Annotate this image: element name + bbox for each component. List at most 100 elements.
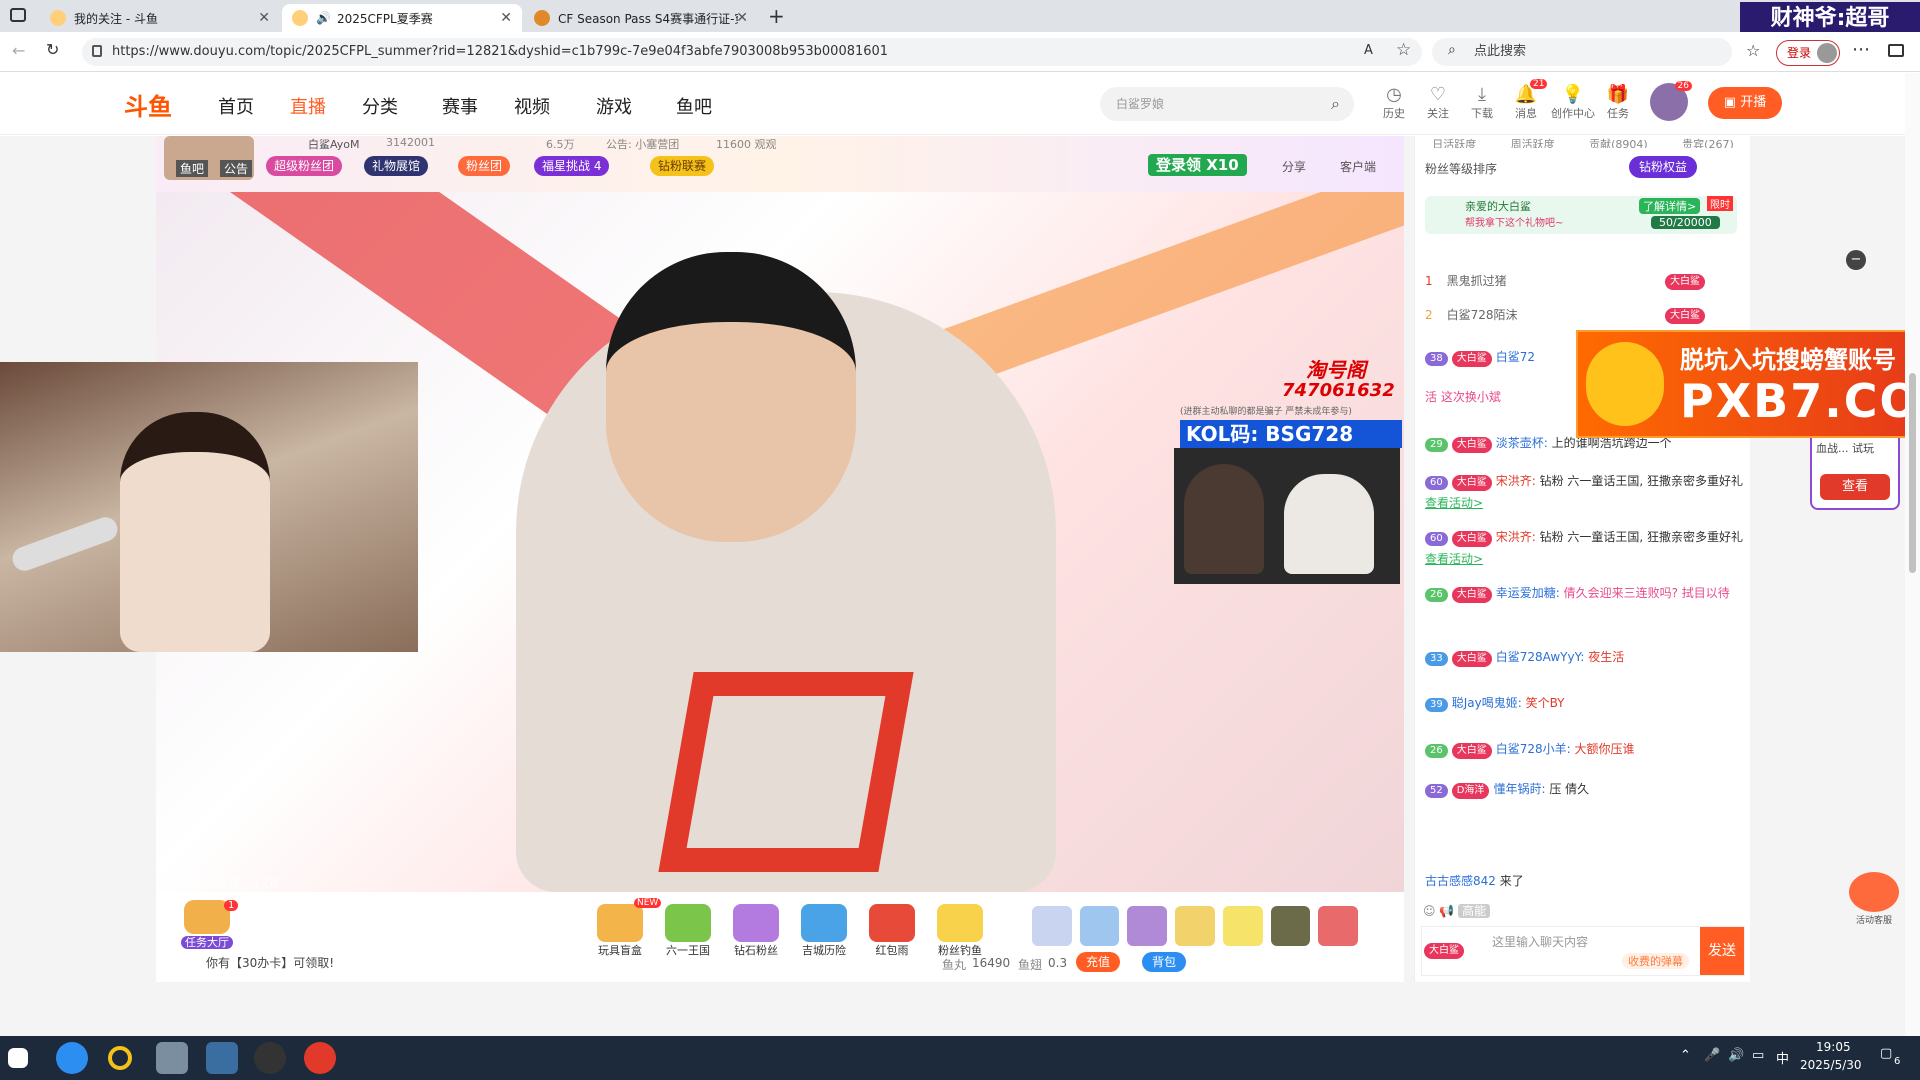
- chat-nick[interactable]: 淡茶壶杯:: [1496, 436, 1548, 450]
- activity-link[interactable]: 查看活动>: [1425, 552, 1483, 566]
- fan-badge-selector[interactable]: 大白鲨: [1424, 943, 1464, 959]
- gift-item-row[interactable]: [1032, 906, 1359, 946]
- nav-video[interactable]: 视频: [514, 93, 550, 119]
- sidebar-icon[interactable]: [1888, 44, 1904, 57]
- download-button[interactable]: ⤓ 下载: [1462, 85, 1502, 121]
- site-search-input[interactable]: 白鲨罗娘 ⌕: [1100, 87, 1354, 121]
- browser-search-field[interactable]: 点此搜索: [1432, 38, 1732, 66]
- douyu-logo[interactable]: 斗鱼: [124, 87, 200, 121]
- gift-item-icon[interactable]: [1222, 906, 1263, 946]
- edge-icon[interactable]: [56, 1042, 88, 1074]
- tab-actions-icon[interactable]: [10, 8, 26, 22]
- windows-start-icon[interactable]: [8, 1048, 28, 1068]
- chat-nick[interactable]: 聪Jay喝鬼姬:: [1452, 696, 1522, 710]
- chat-nick[interactable]: 白鲨72: [1496, 350, 1535, 364]
- follow-button[interactable]: ♡ 关注: [1418, 85, 1458, 121]
- gift-adventure[interactable]: 吉城历险: [794, 904, 854, 958]
- microphone-icon[interactable]: 🎤: [1704, 1048, 1720, 1063]
- tab-daily[interactable]: 日活跃度: [1432, 136, 1476, 148]
- level-tag[interactable]: 高能: [1458, 904, 1491, 918]
- browser-tab[interactable]: 我的关注 - 斗鱼 ✕: [40, 4, 280, 32]
- gift-item-icon[interactable]: [1318, 906, 1359, 946]
- nav-games[interactable]: 游戏: [596, 93, 632, 119]
- close-tab-icon[interactable]: ✕: [258, 10, 270, 26]
- gift-item-icon[interactable]: [1127, 906, 1168, 946]
- share-button[interactable]: 分享: [1282, 158, 1306, 175]
- ime-indicator[interactable]: 中: [1776, 1048, 1789, 1067]
- search-icon[interactable]: ⌕: [1331, 87, 1340, 121]
- gift-item-icon[interactable]: [1032, 906, 1072, 946]
- start-stream-button[interactable]: ▣ 开播: [1708, 87, 1782, 119]
- nav-category[interactable]: 分类: [362, 93, 398, 119]
- speaker-icon[interactable]: 🔊: [316, 11, 331, 25]
- chat-nick[interactable]: 幸运爱加糖:: [1496, 586, 1560, 600]
- nav-fishbar[interactable]: 鱼吧: [676, 93, 712, 119]
- tasks-button[interactable]: 🎁 任务: [1598, 85, 1638, 121]
- close-tab-icon[interactable]: ✕: [736, 10, 748, 26]
- diamond-rights-button[interactable]: 钻粉权益: [1629, 156, 1698, 178]
- chat-input[interactable]: 这里输入聊天内容: [1492, 933, 1588, 950]
- obs-icon[interactable]: [254, 1042, 286, 1074]
- promo-banner[interactable]: 亲爱的大白鲨 帮我拿下这个礼物吧~ 了解详情> 限时 50/20000: [1425, 196, 1737, 234]
- gift-item-icon[interactable]: [1270, 906, 1311, 946]
- browser-login-button[interactable]: 登录: [1776, 40, 1840, 66]
- back-icon[interactable]: ←: [12, 41, 25, 60]
- chat-nick[interactable]: 懂年锅莳:: [1493, 782, 1545, 796]
- picture-in-picture-video[interactable]: [1174, 448, 1400, 584]
- chat-nick[interactable]: 白鲨728AwYyY:: [1496, 650, 1585, 664]
- network-icon[interactable]: ▭: [1752, 1048, 1764, 1063]
- gift-item-icon[interactable]: [1175, 906, 1215, 946]
- close-float-icon[interactable]: −: [1846, 250, 1866, 270]
- send-button[interactable]: 发送: [1700, 927, 1744, 975]
- login-reward-banner[interactable]: 登录领 X10: [1148, 154, 1247, 176]
- volume-icon[interactable]: 🔊: [1728, 1048, 1744, 1063]
- avatar[interactable]: 26: [1650, 81, 1692, 121]
- refresh-icon[interactable]: ↻: [46, 40, 59, 59]
- chat-nick[interactable]: 宋洪齐:: [1496, 530, 1536, 544]
- host-name[interactable]: 白鲨AyoM: [308, 136, 360, 152]
- messages-button[interactable]: 🔔 消息 21: [1506, 79, 1548, 121]
- lucky-challenge-pill[interactable]: 福星挑战 4: [534, 156, 610, 176]
- browser-tab[interactable]: CF Season Pass S4赛事通行证-穿... ✕: [524, 4, 758, 32]
- browser-tab-active[interactable]: 🔊 2025CFPL夏季赛 ✕: [282, 4, 522, 32]
- customer-service-button[interactable]: 活动客服: [1846, 872, 1902, 927]
- creator-center-button[interactable]: 💡 创作中心: [1550, 85, 1596, 121]
- client-button[interactable]: 客户端: [1340, 158, 1376, 175]
- gift-item-icon[interactable]: [1079, 906, 1120, 946]
- page-scrollbar[interactable]: [1905, 73, 1920, 1036]
- gift-hall-pill[interactable]: 礼物展馆: [364, 156, 429, 176]
- rank-row[interactable]: 2 白鲨728陌沫 大白鲨: [1425, 304, 1745, 326]
- tab-contrib[interactable]: 贡献(8904): [1589, 136, 1648, 148]
- chat-nick[interactable]: 古古感感842: [1425, 874, 1496, 888]
- tab-weekly[interactable]: 周活跃度: [1511, 136, 1555, 148]
- tab-vip[interactable]: 贵宾(267): [1682, 136, 1734, 148]
- gift-fan-fishing[interactable]: 粉丝钓鱼: [930, 904, 990, 958]
- super-fan-club-pill[interactable]: 超级粉丝团: [266, 156, 343, 176]
- gift-toy-blindbox[interactable]: 玩具盲盒: [590, 904, 650, 958]
- chat-nick[interactable]: 白鲨728小羊:: [1496, 742, 1571, 756]
- reward-notice[interactable]: 你有【30办卡】可领取!: [206, 954, 334, 971]
- gift-diamond-fans[interactable]: 钻石粉丝: [726, 904, 786, 958]
- activity-float-widget[interactable]: 血战... 试玩 查看: [1810, 430, 1900, 510]
- explorer-icon[interactable]: [156, 1042, 188, 1074]
- nav-live[interactable]: 直播: [290, 93, 326, 119]
- scrollbar-thumb[interactable]: [1909, 373, 1916, 573]
- rank-row[interactable]: 1 黑鬼抓过猪 大白鲨: [1425, 270, 1745, 292]
- lock-icon[interactable]: [92, 45, 102, 57]
- task-hall-button[interactable]: 任务大厅 1: [172, 900, 242, 950]
- gift-redpacket-rain[interactable]: 红包雨: [862, 904, 922, 958]
- favorite-star-icon[interactable]: ☆: [1396, 40, 1411, 60]
- promo-details-button[interactable]: 了解详情>: [1639, 198, 1701, 214]
- backpack-button[interactable]: 背包: [1142, 952, 1187, 972]
- url-field[interactable]: https://www.douyu.com/topic/2025CFPL_sum…: [82, 38, 1422, 66]
- fishbar-tag[interactable]: 鱼吧: [176, 160, 209, 177]
- app-icon[interactable]: [206, 1042, 238, 1074]
- fan-club-pill[interactable]: 粉丝团: [458, 156, 511, 176]
- notice-tag[interactable]: 公告: [220, 160, 253, 177]
- nav-home[interactable]: 首页: [218, 93, 254, 119]
- gift-kingdom[interactable]: 六一王国: [658, 904, 718, 958]
- favorites-icon[interactable]: ☆: [1746, 41, 1760, 60]
- activity-link[interactable]: 查看活动>: [1425, 496, 1483, 510]
- notification-icon[interactable]: ▢: [1880, 1046, 1892, 1061]
- paid-danmu-button[interactable]: 收费的弹幕: [1622, 953, 1689, 969]
